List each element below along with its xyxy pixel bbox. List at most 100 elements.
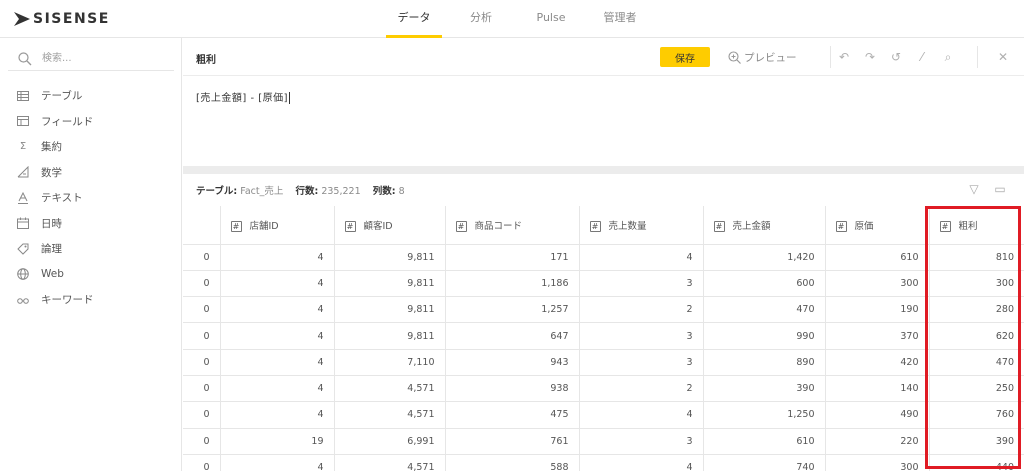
column-header[interactable]: # 原価	[824, 206, 929, 245]
table-cell: 740	[702, 454, 825, 471]
undo-button[interactable]: ↶	[831, 46, 857, 68]
tab-pulse[interactable]: Pulse	[520, 0, 582, 38]
column-header[interactable]: # 売上数量	[578, 206, 703, 245]
formula-editor: 粗利 保存 プレビュー ↶ ↷ ↺ ⁄ ⌕ ✕ [売上金額] - [原価]	[183, 38, 1024, 166]
math-icon	[17, 166, 29, 178]
table-cell: 4	[219, 375, 334, 403]
rows-value: 235,221	[321, 186, 361, 197]
magic-wand-button[interactable]: ⁄	[909, 46, 935, 68]
cols-value: 8	[398, 186, 405, 197]
table-cell: 0	[183, 244, 220, 271]
table-cell: 0	[183, 322, 220, 350]
sidebar-item-label: 論理	[41, 243, 62, 256]
close-button[interactable]: ✕	[990, 46, 1016, 68]
column-header-hidden	[183, 206, 220, 245]
redo-button[interactable]: ↷	[857, 46, 883, 68]
sidebar-item-label: 日時	[41, 217, 62, 230]
globe-icon	[17, 268, 29, 281]
preview-label: プレビュー	[744, 52, 797, 64]
sidebar-item-logic[interactable]: 論理	[0, 236, 182, 262]
cols-label: 列数:	[372, 186, 396, 197]
numeric-type-icon: #	[230, 220, 242, 232]
sidebar-item-label: テキスト	[41, 192, 83, 205]
table-cell: 1,257	[444, 296, 579, 324]
data-table: # 店舗ID # 顧客ID # 商品コード # 売上数量 # 売上金額 # 原価 # 粗利 0…	[183, 206, 1024, 471]
table-cell: 9,811	[333, 296, 445, 324]
table-cell: 390	[702, 375, 825, 403]
table-row: 0 4 9,811 1,186 3 600 300 300	[183, 270, 1024, 298]
main-nav: データ 分析 Pulse 管理者	[386, 0, 658, 38]
table-cell: 470	[928, 349, 1024, 376]
toolbar-divider	[977, 46, 978, 68]
rows-label: 行数:	[295, 186, 319, 197]
close-icon: ✕	[997, 50, 1009, 64]
formula-input[interactable]: [売上金額] - [原価]	[196, 89, 291, 104]
sidebar-item-aggregate[interactable]: Σ 集約	[0, 134, 182, 160]
save-button[interactable]: 保存	[660, 47, 710, 67]
table-cell: 0	[183, 296, 220, 324]
search-input[interactable]	[40, 52, 160, 65]
tab-data[interactable]: データ	[386, 0, 442, 38]
history-icon: ↺	[890, 50, 902, 64]
table-cell: 190	[824, 296, 929, 324]
table-cell: 2	[578, 375, 703, 403]
sidebar-item-datetime[interactable]: 日時	[0, 211, 182, 237]
table-cell: 588	[444, 454, 579, 471]
sidebar-item-table[interactable]: テーブル	[0, 83, 182, 109]
table-cell: 0	[183, 349, 220, 376]
table-cell: 9,811	[333, 322, 445, 350]
column-header[interactable]: # 顧客ID	[333, 206, 445, 245]
table-cell: 220	[824, 428, 929, 455]
tab-analytics[interactable]: 分析	[442, 0, 520, 38]
preview-button[interactable]: プレビュー	[728, 50, 797, 65]
sisense-logo-icon	[14, 12, 30, 26]
table-icon	[17, 90, 29, 101]
table-cell: 300	[928, 270, 1024, 298]
table-cell: 420	[824, 349, 929, 376]
sidebar-item-label: Web	[41, 268, 64, 281]
column-header-calculated[interactable]: # 粗利	[928, 206, 1024, 245]
sidebar-item-field[interactable]: フィールド	[0, 109, 182, 135]
table-cell: 4	[219, 296, 334, 324]
table-cell: 440	[928, 454, 1024, 471]
history-button[interactable]: ↺	[883, 46, 909, 68]
sisense-logo[interactable]: SISENSE	[14, 11, 110, 27]
column-header-label: 商品コード	[474, 220, 523, 232]
column-header[interactable]: # 店舗ID	[219, 206, 334, 245]
search-icon	[18, 51, 32, 65]
table-cell: 0	[183, 454, 220, 471]
search-formula-button[interactable]: ⌕	[935, 46, 961, 68]
table-cell: 4	[219, 454, 334, 471]
sidebar-item-text[interactable]: テキスト	[0, 185, 182, 211]
editor-header: 粗利 保存 プレビュー ↶ ↷ ↺ ⁄ ⌕ ✕	[183, 38, 1024, 76]
redo-icon: ↷	[864, 50, 876, 64]
table-cell: 9,811	[333, 244, 445, 271]
numeric-type-icon: #	[344, 220, 356, 232]
search-box	[8, 47, 174, 71]
editor-title: 粗利	[196, 55, 216, 66]
table-cell: 610	[702, 428, 825, 455]
magic-wand-icon: ⁄	[920, 50, 923, 64]
table-row: 0 4 9,811 171 4 1,420 610 810	[183, 244, 1024, 271]
tab-admin[interactable]: 管理者	[582, 0, 658, 38]
column-header[interactable]: # 売上金額	[702, 206, 825, 245]
table-label: テーブル:	[196, 186, 238, 197]
table-cell: 4,571	[333, 375, 445, 403]
column-header[interactable]: # 商品コード	[444, 206, 579, 245]
field-icon	[17, 116, 29, 127]
table-cell: 938	[444, 375, 579, 403]
table-cell: 3	[578, 322, 703, 350]
sidebar-item-label: テーブル	[41, 90, 83, 103]
column-chooser-icon[interactable]: ▭	[993, 182, 1007, 196]
table-cell: 6,991	[333, 428, 445, 455]
column-header-label: 原価	[854, 220, 874, 232]
table-cell: 0	[183, 401, 220, 429]
sidebar-item-math[interactable]: 数学	[0, 160, 182, 186]
sidebar-item-keyword[interactable]: キーワード	[0, 287, 182, 313]
panel-divider[interactable]	[183, 166, 1024, 174]
filter-icon[interactable]: ▽	[967, 182, 981, 196]
top-bar: SISENSE データ 分析 Pulse 管理者	[0, 0, 1024, 38]
sidebar-item-web[interactable]: Web	[0, 262, 182, 288]
table-cell: 4,571	[333, 401, 445, 429]
table-cell: 3	[578, 349, 703, 376]
